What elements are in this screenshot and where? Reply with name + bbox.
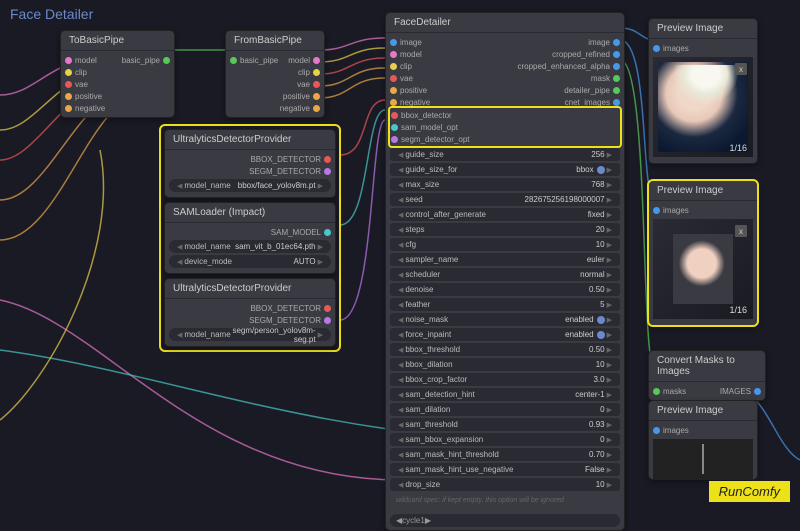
page-title: Face Detailer	[10, 6, 93, 22]
node-header: ToBasicPipe	[61, 31, 174, 51]
param-steps[interactable]: ◀steps20▶	[390, 223, 620, 236]
model-name-field[interactable]: ◀model_namebbox/face_yolov8m.pt▶	[169, 179, 331, 192]
close-icon[interactable]: x	[735, 225, 747, 237]
facedetailer-params: ◀guide_size256▶ ◀guide_size_forbbox▶ ◀max_…	[390, 148, 620, 491]
param-bbox_crop_factor[interactable]: ◀bbox_crop_factor3.0▶	[390, 373, 620, 386]
sam-device-field[interactable]: ◀device_modeAUTO▶	[169, 255, 331, 268]
param-sam_detection_hint[interactable]: ◀sam_detection_hintcenter-1▶	[390, 388, 620, 401]
node-samloader[interactable]: SAMLoader (Impact) SAM_MODEL ◀model_name…	[164, 202, 336, 274]
param-denoise[interactable]: ◀denoise0.50▶	[390, 283, 620, 296]
node-ultralytics-1[interactable]: UltralyticsDetectorProvider BBOX_DETECTO…	[164, 129, 336, 198]
param-feather[interactable]: ◀feather5▶	[390, 298, 620, 311]
param-sampler_name[interactable]: ◀sampler_nameeuler▶	[390, 253, 620, 266]
param-noise_mask[interactable]: ◀noise_maskenabled▶	[390, 313, 620, 326]
detector-group: UltralyticsDetectorProvider BBOX_DETECTO…	[160, 125, 340, 351]
param-sam_threshold[interactable]: ◀sam_threshold0.93▶	[390, 418, 620, 431]
brand-badge: RunComfy	[709, 481, 790, 502]
param-sam_dilation[interactable]: ◀sam_dilation0▶	[390, 403, 620, 416]
node-frombasicpipe[interactable]: FromBasicPipe basic_pipemodel clip vae p…	[225, 30, 325, 118]
param-guide_size[interactable]: ◀guide_size256▶	[390, 148, 620, 161]
param-control_after_generate[interactable]: ◀control_after_generatefixed▶	[390, 208, 620, 221]
param-guide_size_for[interactable]: ◀guide_size_forbbox▶	[390, 163, 620, 176]
model-name-field[interactable]: ◀model_namesegm/person_yolov8m-seg.pt▶	[169, 328, 331, 341]
param-sam_mask_hint_threshold[interactable]: ◀sam_mask_hint_threshold0.70▶	[390, 448, 620, 461]
node-header: FromBasicPipe	[226, 31, 324, 51]
wildcard-note: wildcard spec: if kept empty, this optio…	[390, 493, 620, 508]
param-drop_size[interactable]: ◀drop_size10▶	[390, 478, 620, 491]
param-bbox_dilation[interactable]: ◀bbox_dilation10▶	[390, 358, 620, 371]
node-preview-2[interactable]: Preview Image images x1/16	[648, 180, 758, 326]
param-cfg[interactable]: ◀cfg10▶	[390, 238, 620, 251]
param-sam_bbox_expansion[interactable]: ◀sam_bbox_expansion0▶	[390, 433, 620, 446]
node-canvas[interactable]: Face Detailer ToBasicPipe modelbasic_pip…	[0, 0, 800, 508]
detector-inputs-highlight: bbox_detector sam_model_opt segm_detecto…	[390, 108, 620, 146]
node-tobasicpipe[interactable]: ToBasicPipe modelbasic_pipe clip vae pos…	[60, 30, 175, 118]
node-preview-1[interactable]: Preview Image images x1/16	[648, 18, 758, 164]
param-seed[interactable]: ◀seed282675256198000007▶	[390, 193, 620, 206]
preview-image: x1/16	[653, 219, 753, 319]
close-icon[interactable]: x	[735, 63, 747, 75]
sam-model-field[interactable]: ◀model_namesam_vit_b_01ec64.pth▶	[169, 240, 331, 253]
cycle-field[interactable]: ◀cycle1▶	[390, 514, 620, 527]
param-max_size[interactable]: ◀max_size768▶	[390, 178, 620, 191]
preview-image: x1/16	[653, 57, 753, 157]
param-sam_mask_hint_use_negative[interactable]: ◀sam_mask_hint_use_negativeFalse▶	[390, 463, 620, 476]
param-force_inpaint[interactable]: ◀force_inpaintenabled▶	[390, 328, 620, 341]
param-scheduler[interactable]: ◀schedulernormal▶	[390, 268, 620, 281]
node-convert-masks[interactable]: Convert Masks to Images masksIMAGES	[648, 350, 766, 401]
node-facedetailer[interactable]: FaceDetailer imageimage modelcropped_ref…	[385, 12, 625, 531]
node-preview-3[interactable]: Preview Image images	[648, 400, 758, 480]
param-bbox_threshold[interactable]: ◀bbox_threshold0.50▶	[390, 343, 620, 356]
node-ultralytics-2[interactable]: UltralyticsDetectorProvider BBOX_DETECTO…	[164, 278, 336, 347]
